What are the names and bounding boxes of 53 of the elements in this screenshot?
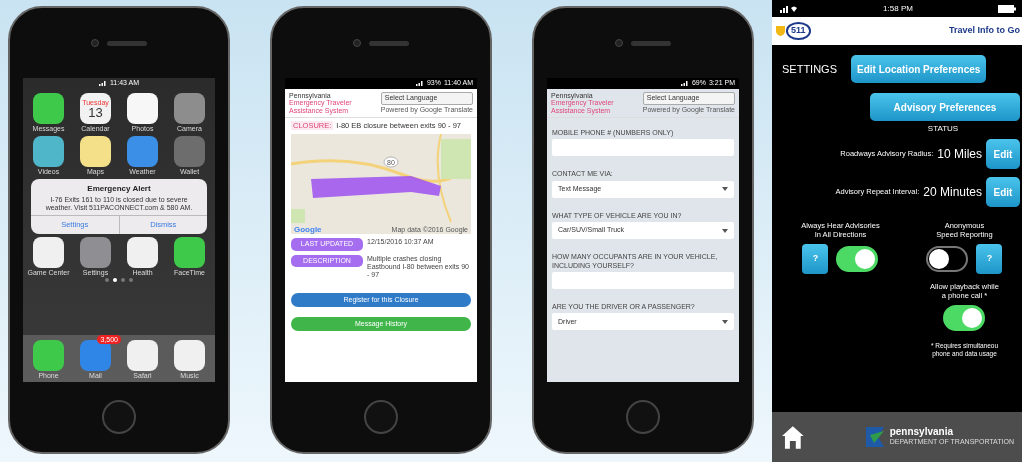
signal-icon	[780, 4, 798, 13]
setting-value: 20 Minutes	[923, 184, 982, 201]
org-name: pennsylvania	[889, 426, 954, 437]
signal-icon	[415, 81, 424, 86]
battery-icon	[998, 4, 1016, 13]
app-icon[interactable]	[80, 135, 111, 167]
app-icon[interactable]	[33, 93, 64, 124]
app-icon[interactable]	[174, 236, 205, 268]
earpiece-slot	[107, 40, 147, 46]
status-time: 1:58 PM	[883, 2, 913, 15]
help-button[interactable]: ?	[976, 243, 1003, 274]
page-dot[interactable]	[113, 278, 117, 283]
app-icon[interactable]	[33, 236, 64, 268]
input-field[interactable]	[552, 139, 734, 157]
app-icon[interactable]	[127, 340, 158, 372]
home-icon	[782, 425, 804, 449]
status-heading: STATUS	[926, 123, 960, 135]
map-provider-logo: Google	[294, 225, 322, 235]
app-icon[interactable]	[127, 236, 158, 268]
camera-lens	[91, 39, 99, 47]
setting-value: 10 Miles	[937, 146, 982, 163]
preferences-button[interactable]: Edit Location Preferences	[851, 55, 987, 83]
toggle-switch[interactable]	[836, 245, 879, 272]
page-dot[interactable]	[121, 278, 125, 283]
camera-lens	[353, 39, 361, 47]
toggle-switch[interactable]	[926, 245, 969, 272]
signal-icon	[98, 81, 107, 86]
date-label: 13	[88, 105, 103, 119]
page-dot[interactable]	[129, 278, 133, 283]
earpiece-slot	[369, 40, 409, 46]
signal-icon	[680, 81, 689, 86]
app-icon[interactable]	[127, 93, 158, 124]
preferences-button[interactable]: Advisory Preferences	[870, 93, 1020, 121]
caret-icon	[722, 228, 728, 233]
app-logo: 511	[786, 22, 811, 40]
shield-icon	[776, 26, 785, 36]
edit-button[interactable]: Edit	[986, 139, 1020, 169]
caret-icon	[722, 187, 728, 192]
header-title: Travel Info to Go	[949, 24, 1020, 38]
app-icon[interactable]	[174, 340, 205, 372]
route-shield-icon	[383, 156, 399, 168]
app-icon[interactable]	[33, 135, 64, 167]
page-dot[interactable]	[105, 278, 109, 283]
toggle-switch[interactable]	[943, 304, 986, 331]
settings-heading: SETTINGS	[782, 61, 837, 77]
camera-lens	[615, 39, 623, 47]
earpiece-slot	[631, 40, 671, 46]
input-field[interactable]	[552, 272, 734, 289]
alert-title: Emergency Alert	[86, 183, 152, 196]
caret-icon	[722, 319, 728, 324]
help-button[interactable]: ?	[802, 243, 829, 274]
keystone-logo-icon	[863, 425, 886, 449]
edit-button[interactable]: Edit	[986, 177, 1020, 207]
